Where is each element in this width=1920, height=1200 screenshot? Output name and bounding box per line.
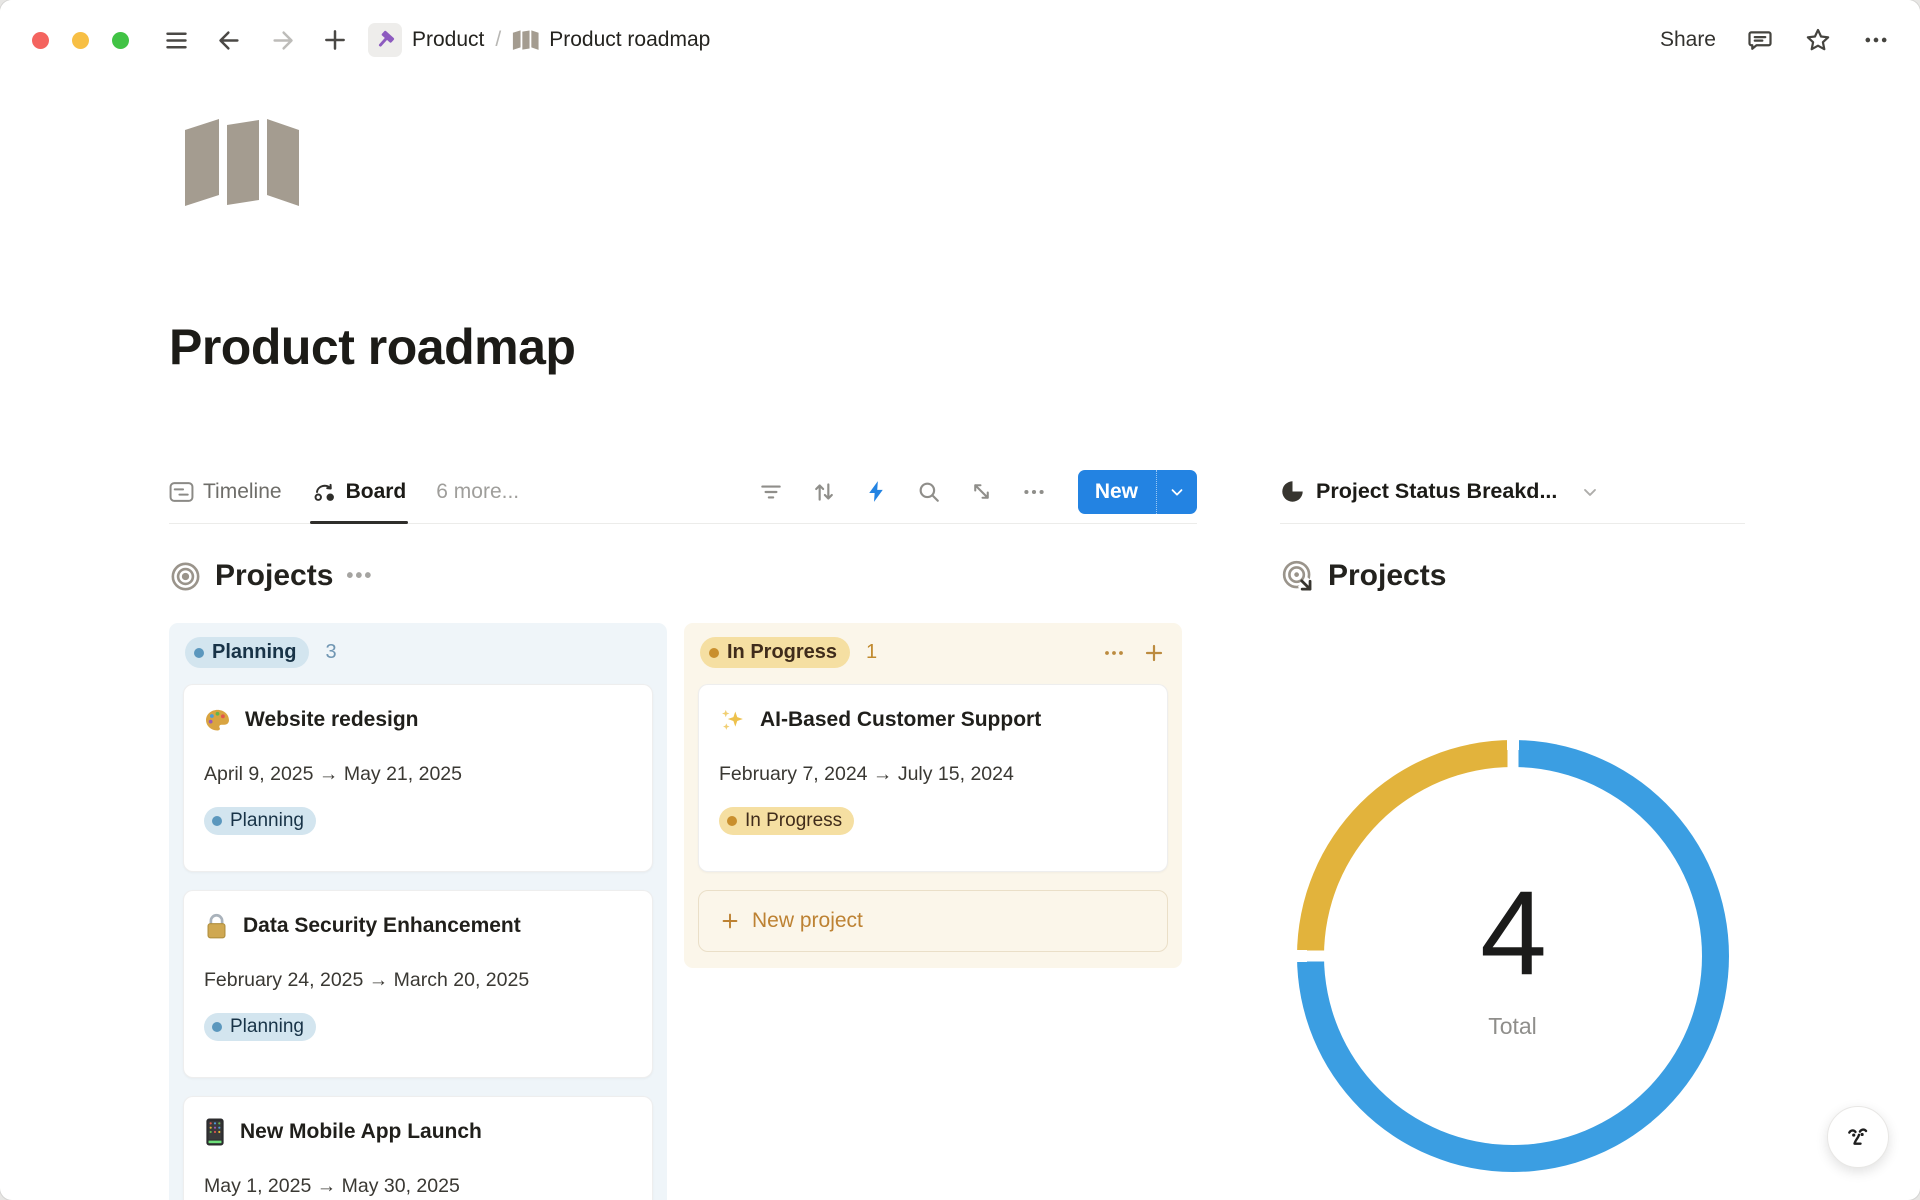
card-status-label: Planning	[230, 810, 304, 832]
card-title: Website redesign	[245, 705, 419, 735]
breadcrumb: Product / Product roadmap	[368, 23, 710, 57]
status-dot	[212, 816, 222, 826]
column-count: 3	[325, 641, 336, 664]
card-date-range: April 9, 2025 → May 21, 2025	[204, 761, 632, 787]
target-icon	[169, 560, 202, 593]
tab-board-label: Board	[346, 480, 407, 504]
breadcrumb-teamspace-label: Product	[412, 28, 484, 52]
chart-panel: Project Status Breakd... Projects 4 Tota…	[1280, 460, 1745, 1172]
status-pill-planning[interactable]: Planning	[185, 637, 309, 668]
breadcrumb-page[interactable]: Product roadmap	[512, 28, 710, 52]
mobile-phone-icon	[204, 1118, 226, 1146]
project-card-data-security[interactable]: Data Security Enhancement February 24, 2…	[183, 890, 653, 1078]
minimize-window-button[interactable]	[72, 32, 89, 49]
close-window-button[interactable]	[32, 32, 49, 49]
status-dot	[212, 1022, 222, 1032]
timeline-icon	[169, 481, 194, 503]
board-section-title: Projects	[215, 559, 333, 593]
traffic-lights	[32, 32, 129, 49]
column-count: 1	[866, 641, 877, 664]
breadcrumb-separator: /	[495, 28, 501, 52]
pie-chart-icon	[1280, 479, 1305, 504]
card-title: Data Security Enhancement	[243, 911, 521, 941]
comments-icon[interactable]	[1746, 26, 1774, 54]
kanban-board: Planning 3 Website redesign April 9, 202…	[169, 623, 1197, 1200]
more-views-button[interactable]: 6 more...	[436, 480, 519, 504]
status-dot	[727, 816, 737, 826]
tab-board[interactable]: Board	[312, 460, 407, 523]
column-add-plus-icon[interactable]	[1142, 641, 1166, 665]
search-icon[interactable]	[916, 479, 942, 505]
sparkles-icon	[719, 707, 746, 734]
linked-target-icon	[1280, 558, 1316, 594]
page-title[interactable]: Product roadmap	[169, 318, 575, 376]
sidebar-menu-icon[interactable]	[163, 27, 190, 54]
filter-icon[interactable]	[758, 479, 784, 505]
view-tabs-row: Timeline Board 6 more...	[169, 460, 1197, 524]
donut-total-value: 4	[1480, 873, 1545, 993]
card-title: AI-Based Customer Support	[760, 705, 1041, 735]
card-date-range: February 24, 2025 → March 20, 2025	[204, 967, 632, 993]
zoom-window-button[interactable]	[112, 32, 129, 49]
card-status-pill: In Progress	[719, 807, 854, 835]
column-in-progress: In Progress 1	[684, 623, 1182, 968]
view-options-ellipsis-icon[interactable]	[1021, 479, 1047, 505]
new-tab-plus-icon[interactable]	[322, 27, 348, 53]
forward-arrow-icon[interactable]	[269, 27, 296, 54]
expand-icon[interactable]	[969, 479, 994, 504]
status-pill-in-progress[interactable]: In Progress	[700, 637, 850, 668]
notion-window: Product / Product roadmap Share	[0, 0, 1920, 1200]
status-dot	[194, 648, 204, 658]
board-status-icon	[312, 479, 337, 504]
new-project-button[interactable]: New project	[698, 890, 1168, 952]
card-date-range: May 1, 2025 → May 30, 2025	[204, 1173, 632, 1199]
new-project-label: New project	[752, 909, 863, 933]
section-options-ellipsis-icon[interactable]: •••	[346, 565, 373, 588]
chevron-down-icon[interactable]	[1580, 482, 1600, 502]
project-card-mobile-app[interactable]: New Mobile App Launch May 1, 2025 → May …	[183, 1096, 653, 1200]
card-date-range: February 7, 2024 → July 15, 2024	[719, 761, 1147, 787]
card-title: New Mobile App Launch	[240, 1117, 482, 1147]
notion-ai-face-button[interactable]	[1827, 1106, 1889, 1168]
ai-face-icon	[1839, 1118, 1877, 1156]
card-status-label: In Progress	[745, 810, 842, 832]
plus-icon	[719, 910, 741, 932]
new-button[interactable]: New	[1078, 470, 1197, 514]
more-options-icon[interactable]	[1862, 26, 1890, 54]
sort-icon[interactable]	[811, 479, 837, 505]
automation-lightning-icon[interactable]	[864, 479, 889, 504]
back-arrow-icon[interactable]	[216, 27, 243, 54]
breadcrumb-teamspace[interactable]: Product	[368, 23, 484, 57]
card-status-pill: Planning	[204, 807, 316, 835]
share-button[interactable]: Share	[1660, 28, 1716, 52]
status-label: In Progress	[727, 641, 837, 664]
star-icon[interactable]	[1804, 26, 1832, 54]
project-card-ai-support[interactable]: AI-Based Customer Support February 7, 20…	[698, 684, 1168, 872]
project-card-website-redesign[interactable]: Website redesign April 9, 2025 → May 21,…	[183, 684, 653, 872]
new-button-dropdown[interactable]	[1156, 470, 1197, 514]
status-dot	[709, 648, 719, 658]
lock-icon	[204, 913, 229, 940]
page-map-icon[interactable]	[181, 116, 301, 208]
new-button-label: New	[1078, 470, 1156, 514]
status-label: Planning	[212, 641, 296, 664]
chart-panel-header[interactable]: Project Status Breakd...	[1280, 460, 1745, 524]
palette-icon	[204, 707, 231, 734]
card-status-pill: Planning	[204, 1013, 316, 1041]
chart-section-title: Projects	[1328, 559, 1446, 593]
card-status-label: Planning	[230, 1016, 304, 1038]
donut-chart: 4 Total	[1297, 740, 1729, 1172]
column-ellipsis-icon[interactable]	[1102, 641, 1126, 665]
map-icon	[512, 29, 539, 51]
column-planning: Planning 3 Website redesign April 9, 202…	[169, 623, 667, 1200]
hammer-icon	[368, 23, 402, 57]
chart-panel-title: Project Status Breakd...	[1316, 479, 1557, 504]
breadcrumb-page-label: Product roadmap	[549, 28, 710, 52]
tab-timeline[interactable]: Timeline	[169, 460, 282, 523]
titlebar: Product / Product roadmap Share	[0, 0, 1920, 80]
database-view-section: Timeline Board 6 more...	[169, 460, 1197, 1200]
tab-timeline-label: Timeline	[203, 480, 282, 504]
donut-total-label: Total	[1488, 1013, 1537, 1040]
